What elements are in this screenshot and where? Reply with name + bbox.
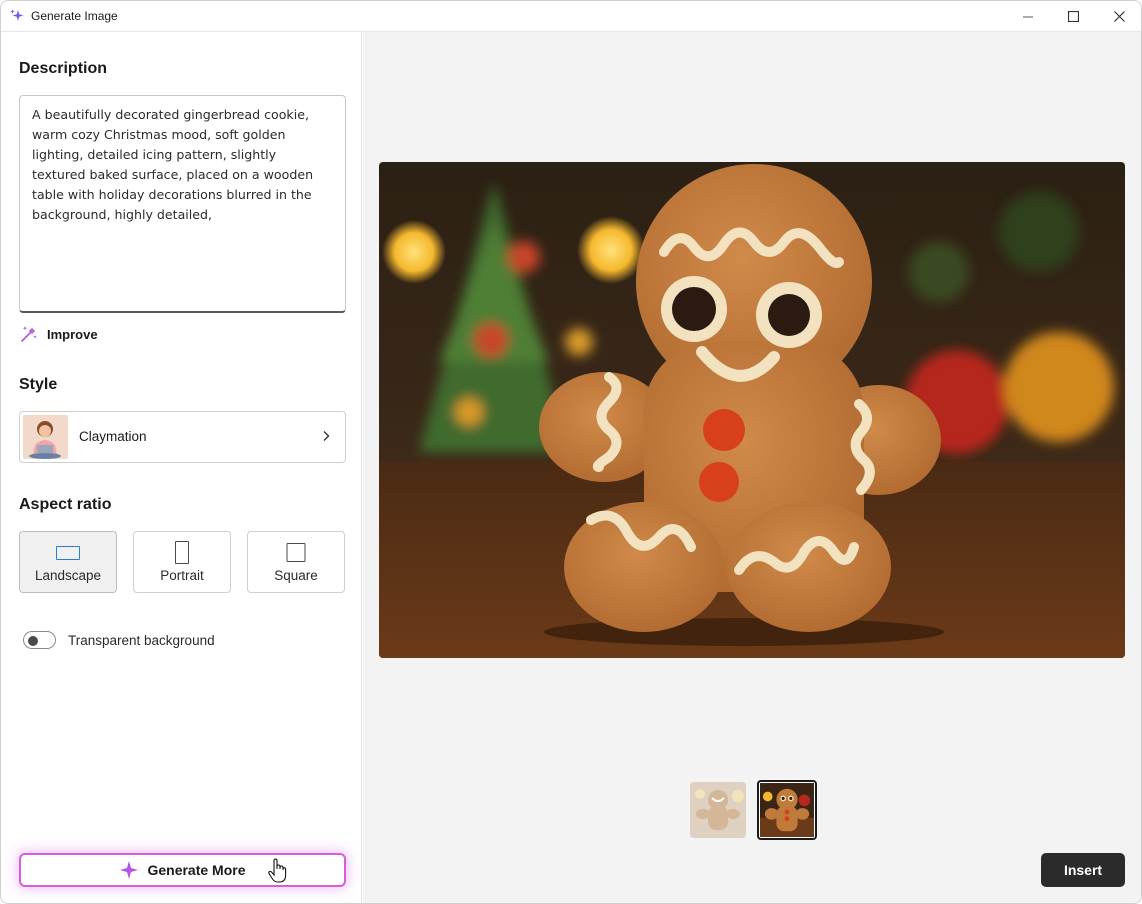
toggle-knob — [28, 636, 38, 646]
transparent-background-label: Transparent background — [68, 632, 215, 648]
generate-more-glow: Generate More — [19, 853, 346, 887]
hand-cursor-icon — [268, 858, 287, 883]
minimize-button[interactable] — [1005, 1, 1051, 32]
close-button[interactable] — [1096, 1, 1141, 32]
aspect-portrait-label: Portrait — [160, 568, 204, 583]
aspect-landscape-label: Landscape — [34, 568, 102, 583]
aspect-square-label: Square — [274, 568, 318, 583]
improve-label: Improve — [47, 326, 98, 342]
minimize-icon — [1023, 16, 1033, 17]
aspect-square-button[interactable]: Square — [247, 531, 345, 593]
style-thumbnail — [23, 415, 68, 459]
sparkle-icon — [10, 9, 24, 21]
generate-more-label: Generate More — [147, 862, 246, 878]
generated-image-preview — [379, 162, 1125, 658]
maximize-button[interactable] — [1050, 1, 1096, 32]
title-bar: Generate Image — [1, 1, 1141, 32]
transparent-background-row: Transparent background — [23, 629, 215, 651]
landscape-icon — [56, 546, 80, 560]
aspect-ratio-heading: Aspect ratio — [19, 496, 112, 513]
chevron-right-icon — [323, 431, 330, 441]
portrait-icon — [175, 541, 189, 564]
close-icon — [1113, 11, 1125, 22]
aspect-portrait-button[interactable]: Portrait — [133, 531, 231, 593]
window-title: Generate Image — [31, 9, 118, 23]
settings-panel: Description A beautifully decorated ging… — [1, 32, 362, 903]
square-icon — [286, 543, 306, 562]
magic-wand-icon — [21, 326, 37, 342]
insert-button[interactable]: Insert — [1041, 853, 1125, 887]
style-label: Claymation — [79, 429, 147, 444]
maximize-icon — [1067, 11, 1079, 22]
sparkle-icon — [120, 861, 139, 879]
aspect-landscape-button[interactable]: Landscape — [19, 531, 117, 593]
description-heading: Description — [19, 60, 108, 77]
transparent-background-toggle[interactable] — [23, 631, 56, 649]
preview-panel: Insert — [363, 32, 1141, 903]
result-thumbnail[interactable] — [690, 782, 746, 838]
generate-more-button[interactable]: Generate More — [19, 853, 346, 887]
generate-image-window: Generate Image Description A beautifully… — [0, 0, 1142, 904]
improve-button[interactable]: Improve — [19, 324, 98, 344]
result-thumbnail-selected[interactable] — [757, 780, 817, 840]
description-textarea[interactable]: A beautifully decorated gingerbread cook… — [19, 95, 346, 313]
style-selector[interactable]: Claymation — [19, 411, 346, 463]
style-heading: Style — [19, 376, 58, 393]
